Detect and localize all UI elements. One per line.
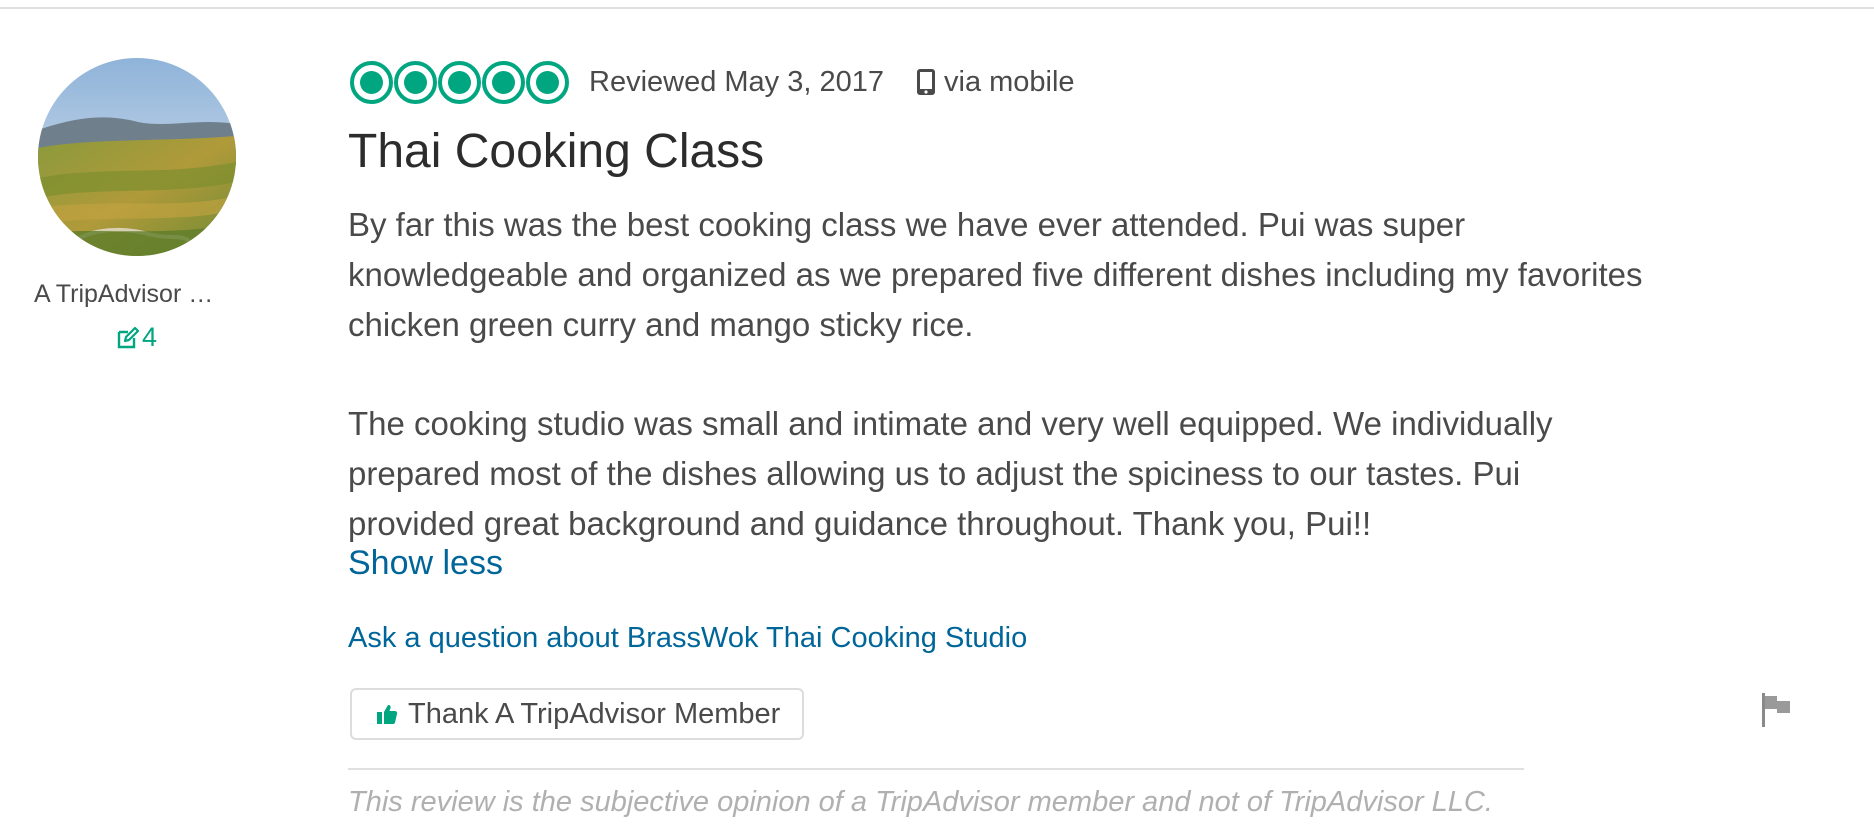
rating-bubble [350, 60, 393, 104]
rating-bubble [394, 60, 437, 104]
review-paragraph: The cooking studio was small and intimat… [348, 405, 1553, 542]
landscape-photo [38, 58, 236, 256]
edit-icon [116, 326, 140, 350]
mobile-phone-icon [916, 68, 944, 96]
rating-bubble-fill [492, 70, 515, 94]
rating-bubble-fill [536, 70, 559, 94]
contribution-count[interactable]: 4 [116, 322, 157, 353]
avatar[interactable] [38, 58, 236, 256]
rating-bubble-fill [360, 70, 383, 94]
thank-member-button[interactable]: Thank A TripAdvisor Member [350, 688, 805, 740]
via-label: via mobile [944, 65, 1075, 98]
bottom-divider [348, 768, 1524, 770]
rating-bubble [526, 60, 569, 104]
rating-bubble [438, 60, 481, 104]
review-date: Reviewed May 3, 2017 [589, 65, 884, 98]
show-less-link[interactable]: Show less [348, 544, 503, 583]
review-paragraph: By far this was the best cooking class w… [348, 206, 1643, 343]
ask-question-link[interactable]: Ask a question about BrassWok Thai Cooki… [348, 622, 1027, 655]
review-body: By far this was the best cooking class w… [348, 200, 1648, 549]
review-title[interactable]: Thai Cooking Class [348, 124, 764, 179]
member-name[interactable]: A TripAdvisor … [34, 280, 244, 309]
rating-bubble-fill [448, 70, 471, 94]
flag-icon[interactable] [1760, 693, 1792, 727]
disclaimer: This review is the subjective opinion of… [348, 786, 1493, 818]
rating-bubble [482, 60, 525, 104]
top-divider [0, 7, 1874, 9]
rating-bubble-fill [404, 70, 427, 94]
contribution-count-value: 4 [142, 322, 158, 352]
bubble-rating [350, 60, 569, 104]
thumbs-up-icon [376, 703, 408, 725]
via-mobile: via mobile [916, 66, 1075, 99]
thank-button-label: Thank A TripAdvisor Member [408, 697, 781, 730]
rating-row: Reviewed May 3, 2017 via mobile [350, 58, 1075, 106]
